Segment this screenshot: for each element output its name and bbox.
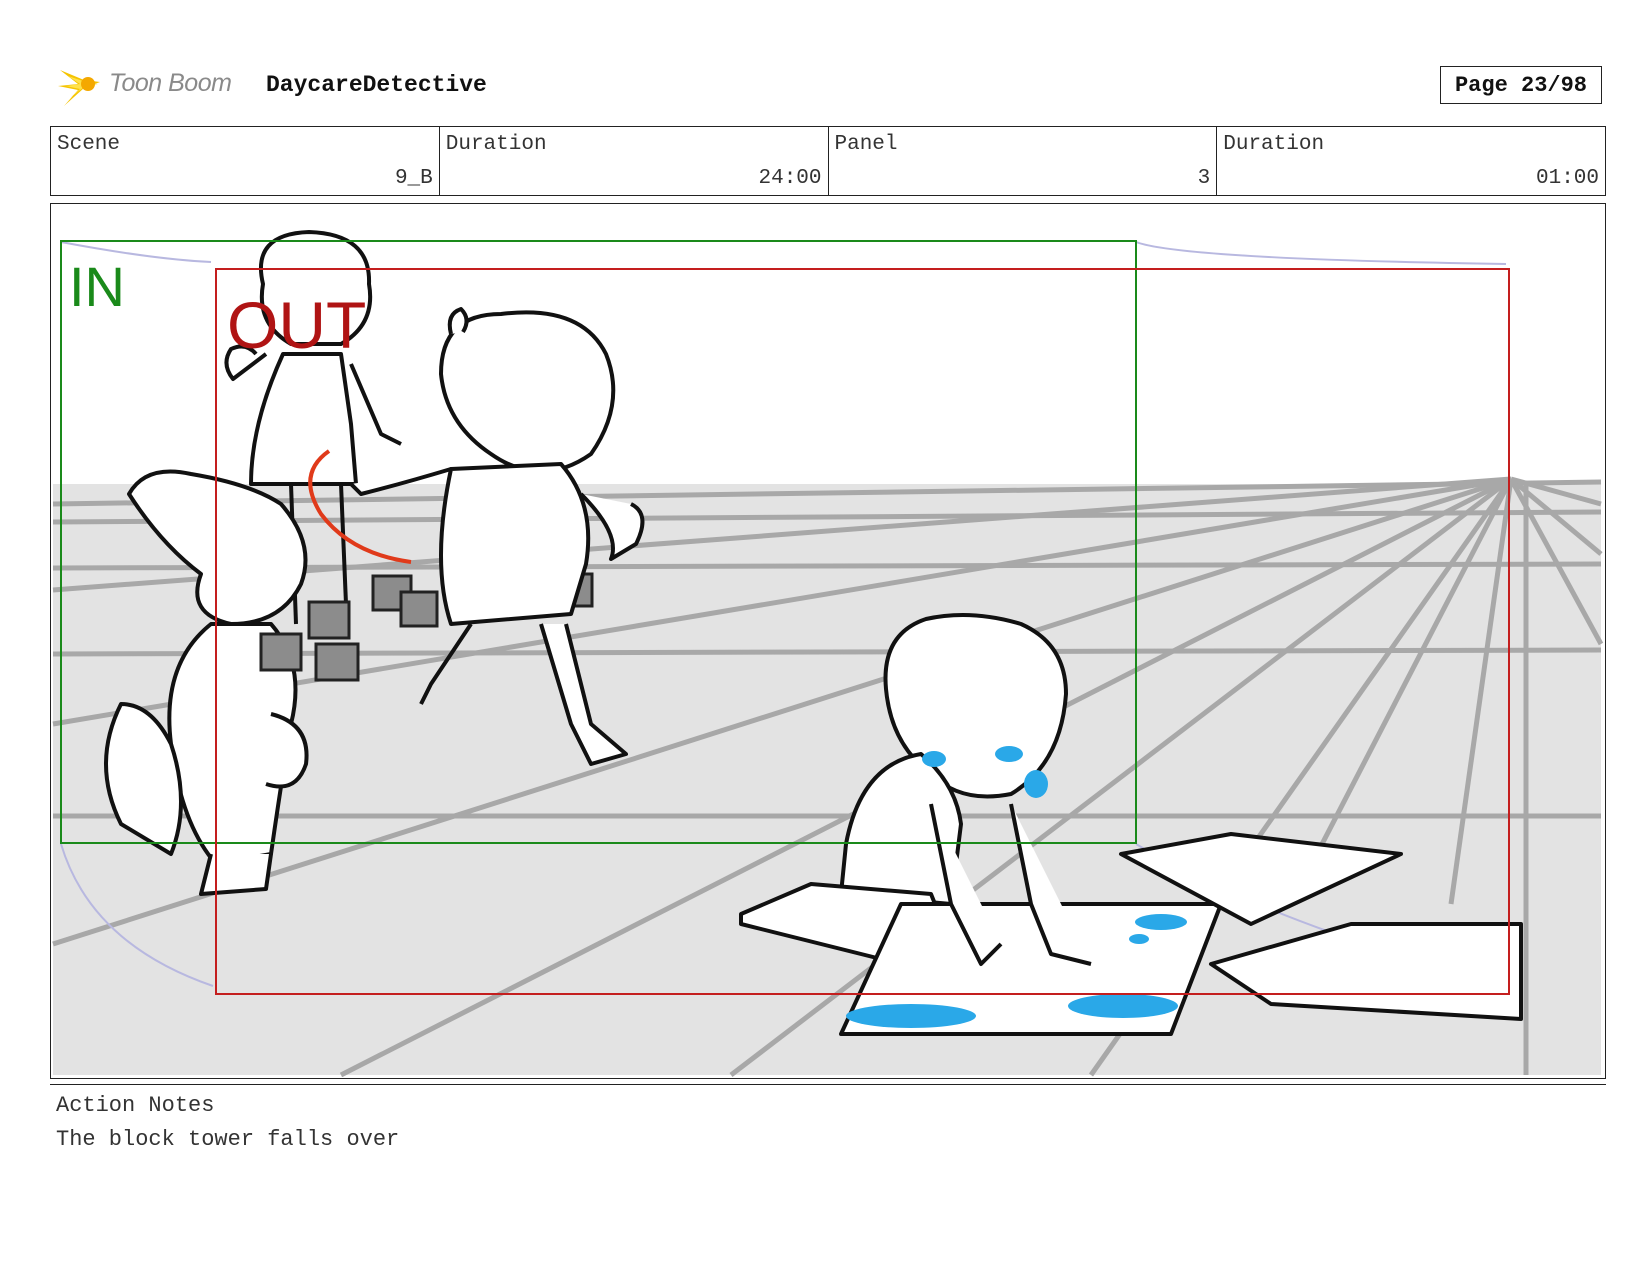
scene-value: 9_B <box>394 167 433 190</box>
page-number-label: Page 23/98 <box>1454 72 1588 98</box>
page-number-box: Page 23/98 <box>1440 66 1602 104</box>
out-frame-label: OUT <box>227 288 366 362</box>
panel-value: 3 <box>1197 167 1211 190</box>
notes-divider <box>50 1084 1606 1085</box>
scene-duration-value: 24:00 <box>758 167 822 190</box>
action-notes-label: Action Notes <box>56 1093 215 1118</box>
toon-boom-logo-text: Toon Boom <box>109 69 232 97</box>
panel-cell: Panel 3 <box>829 127 1218 195</box>
panel-duration-cell: Duration 01:00 <box>1217 127 1605 195</box>
storyboard-header: Toon Boom DaycareDetective Page 23/98 <box>54 58 1614 114</box>
panel-duration-value: 01:00 <box>1535 167 1599 190</box>
action-notes-text: The block tower falls over <box>56 1127 400 1152</box>
scene-label: Scene <box>57 133 121 156</box>
toon-boom-starburst-icon <box>58 70 100 106</box>
storyboard-panel: IN OUT <box>50 203 1606 1079</box>
panel-duration-label: Duration <box>1223 133 1325 156</box>
project-name: DaycareDetective <box>266 72 487 98</box>
scene-cell: Scene 9_B <box>51 127 440 195</box>
panel-label: Panel <box>834 133 898 156</box>
scene-duration-cell: Duration 24:00 <box>440 127 829 195</box>
scene-info-table: Scene 9_B Duration 24:00 Panel 3 Duratio… <box>50 126 1606 196</box>
scene-duration-label: Duration <box>445 133 547 156</box>
in-frame-label: IN <box>69 255 125 318</box>
panel-drawing: IN OUT <box>51 204 1604 1077</box>
